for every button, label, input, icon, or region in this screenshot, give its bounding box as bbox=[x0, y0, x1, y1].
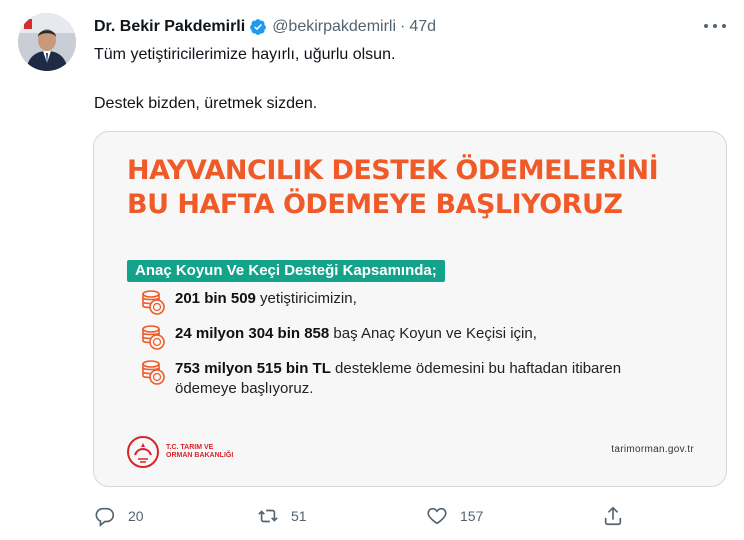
list-item: 753 milyon 515 bin TL destekleme ödemesi… bbox=[140, 359, 685, 399]
tweet-text-line-2: Destek bizden, üretmek sizden. bbox=[94, 95, 318, 112]
verified-badge-icon bbox=[250, 19, 267, 35]
reply-button[interactable]: 20 bbox=[94, 505, 144, 527]
like-button[interactable]: 157 bbox=[426, 505, 483, 527]
coin-stack-icon bbox=[142, 290, 165, 315]
tweet-text-line-1: Tüm yetiştiricilerimize hayırlı, uğurlu … bbox=[94, 46, 396, 63]
item-text: 201 bin 509 yetiştiricimizin, bbox=[175, 290, 357, 307]
reply-count: 20 bbox=[128, 508, 144, 524]
item-text: 753 milyon 515 bin TL destekleme ödemesi… bbox=[175, 360, 622, 397]
media-card[interactable]: HAYVANCILIK DESTEK ÖDEMELERİNİ BU HAFTA … bbox=[93, 131, 727, 487]
list-item: 201 bin 509 yetiştiricimizin, bbox=[140, 289, 685, 315]
author-handle[interactable]: @bekirpakdemirli bbox=[272, 18, 396, 36]
reply-icon bbox=[95, 507, 115, 527]
scope-badge: Anaç Koyun Ve Keçi Desteği Kapsamında; bbox=[127, 260, 445, 282]
item-text: 24 milyon 304 bin 858 baş Anaç Koyun ve … bbox=[175, 325, 537, 342]
retweet-icon bbox=[258, 509, 278, 523]
headline-line-2: BU HAFTA ÖDEMEYE BAŞLIYORUZ bbox=[127, 189, 623, 220]
retweet-button[interactable]: 51 bbox=[257, 505, 307, 527]
more-options-icon[interactable] bbox=[704, 18, 726, 34]
avatar[interactable] bbox=[18, 13, 76, 71]
list-item: 24 milyon 304 bin 858 baş Anaç Koyun ve … bbox=[140, 324, 685, 350]
share-button[interactable] bbox=[602, 505, 636, 527]
tweet-actions: 20 51 157 bbox=[94, 505, 734, 527]
author-name[interactable]: Dr. Bekir Pakdemirli bbox=[94, 18, 245, 36]
retweet-count: 51 bbox=[291, 508, 307, 524]
like-count: 157 bbox=[460, 508, 484, 524]
coin-stack-icon bbox=[142, 360, 165, 385]
ministry-logo: T.C. TARIM VE ORMAN BAKANLIĞI bbox=[126, 435, 236, 469]
card-headline: HAYVANCILIK DESTEK ÖDEMELERİNİ BU HAFTA … bbox=[127, 154, 659, 222]
tweet-timestamp[interactable]: 47d bbox=[409, 18, 436, 36]
share-icon bbox=[604, 506, 622, 526]
tweet-header: Dr. Bekir Pakdemirli @bekirpakdemirli · … bbox=[94, 16, 436, 38]
headline-line-1: HAYVANCILIK DESTEK ÖDEMELERİNİ bbox=[127, 155, 659, 186]
profile-photo bbox=[18, 13, 76, 71]
ministry-name: T.C. TARIM VE ORMAN BAKANLIĞI bbox=[166, 444, 234, 459]
coin-stack-icon bbox=[142, 325, 165, 350]
ministry-emblem-icon bbox=[127, 436, 159, 468]
separator-dot: · bbox=[400, 18, 406, 35]
heart-icon bbox=[427, 507, 447, 525]
website-label: tarimorman.gov.tr bbox=[611, 444, 694, 455]
